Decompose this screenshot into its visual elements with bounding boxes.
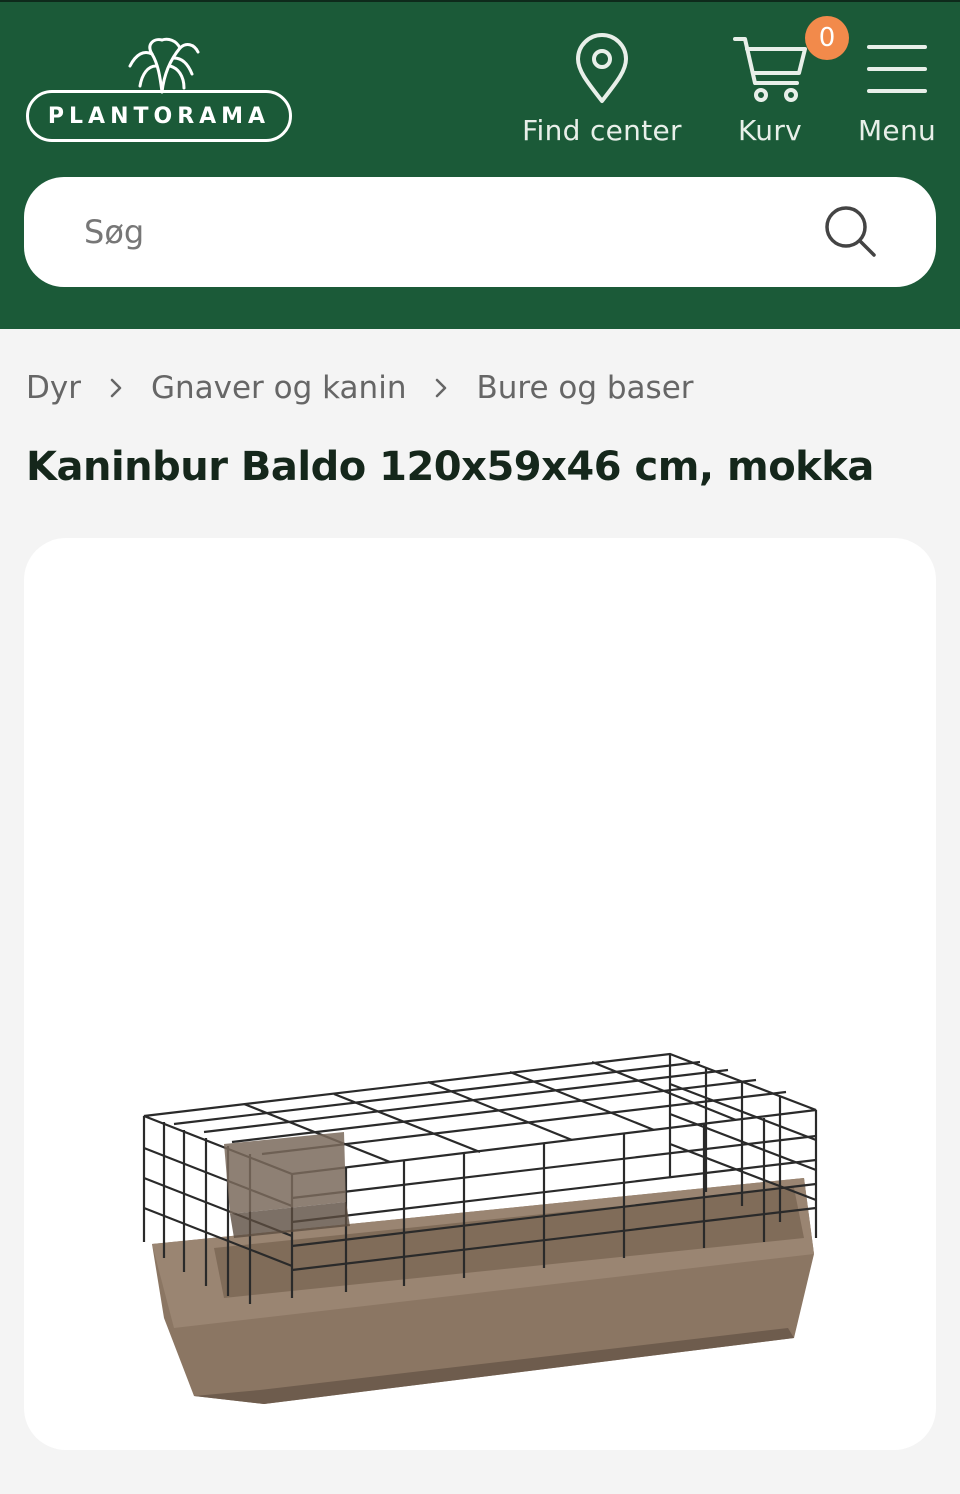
- site-header: PLANTORAMA Find center 0 Kurv Menu Søg: [0, 0, 960, 329]
- cart-icon: [733, 37, 807, 102]
- breadcrumb-item-gnaver-og-kanin[interactable]: Gnaver og kanin: [151, 370, 407, 406]
- plantorama-logo[interactable]: PLANTORAMA: [24, 36, 296, 146]
- breadcrumb-item-bure-og-baser[interactable]: Bure og baser: [476, 370, 693, 406]
- breadcrumb-item-dyr[interactable]: Dyr: [26, 370, 81, 406]
- hamburger-menu-icon: [867, 45, 927, 93]
- product-title: Kaninbur Baldo 120x59x46 cm, mokka: [26, 444, 874, 490]
- cart-button[interactable]: 0 Kurv: [724, 16, 849, 150]
- logo-wordmark: PLANTORAMA: [26, 90, 292, 142]
- menu-label: Menu: [857, 114, 937, 147]
- chevron-right-icon: [434, 377, 448, 399]
- chevron-right-icon: [109, 377, 123, 399]
- search-icon[interactable]: [824, 205, 878, 259]
- cart-label: Kurv: [738, 114, 802, 147]
- rabbit-cage-image: [142, 1052, 818, 1404]
- menu-button[interactable]: Menu: [852, 30, 942, 150]
- find-center-label: Find center: [522, 114, 682, 147]
- find-center-button[interactable]: Find center: [518, 30, 686, 150]
- search-bar: [24, 177, 936, 287]
- breadcrumb: Dyr Gnaver og kanin Bure og baser: [26, 370, 694, 406]
- cart-count-badge: 0: [805, 16, 849, 60]
- product-image-card[interactable]: [24, 538, 936, 1450]
- location-pin-icon: [576, 33, 628, 103]
- palm-leaf-icon: [128, 37, 200, 94]
- search-input[interactable]: [84, 203, 784, 261]
